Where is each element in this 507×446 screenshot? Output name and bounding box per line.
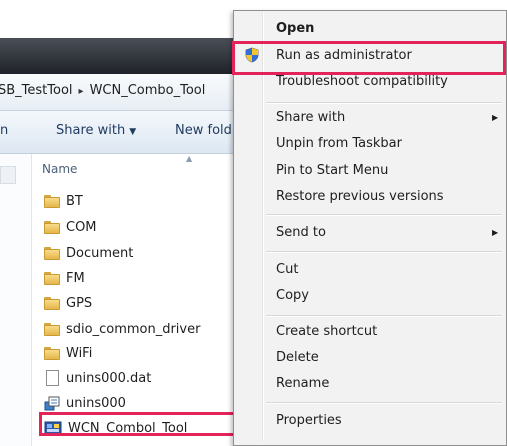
- list-item[interactable]: Document: [44, 242, 244, 264]
- setup-icon: [44, 396, 60, 411]
- menu-item-pin-to-start-menu[interactable]: Pin to Start Menu: [276, 163, 388, 178]
- menu-icon-gutter: [262, 13, 264, 441]
- folder-icon: [44, 220, 60, 234]
- file-name: GPS: [66, 295, 93, 311]
- breadcrumb-separator-icon[interactable]: ▸: [79, 86, 84, 97]
- menu-item-send-to[interactable]: Send to: [276, 225, 326, 240]
- share-with-label: Share with: [56, 123, 126, 138]
- selected-item-highlight: [39, 412, 257, 436]
- context-menu: Open Run as administrator Troubleshoot c…: [232, 10, 507, 446]
- list-item[interactable]: unins000.dat: [44, 367, 244, 389]
- menu-item-share-with[interactable]: Share with: [276, 110, 345, 125]
- folder-icon: [44, 246, 60, 260]
- breadcrumb-item-testtool[interactable]: SB_TestTool: [0, 83, 73, 98]
- list-item[interactable]: GPS: [44, 292, 244, 314]
- menu-item-open[interactable]: Open: [276, 21, 314, 36]
- menu-separator: [266, 251, 502, 253]
- menu-item-delete[interactable]: Delete: [276, 350, 319, 365]
- column-header-label: Name: [42, 162, 78, 176]
- list-item[interactable]: unins000: [44, 392, 244, 414]
- menu-item-restore-previous-versions[interactable]: Restore previous versions: [276, 189, 444, 204]
- navigation-pane: [0, 154, 32, 446]
- list-item[interactable]: sdio_common_driver: [44, 318, 244, 340]
- list-item[interactable]: WiFi: [44, 342, 244, 364]
- folder-icon: [44, 194, 60, 208]
- sort-ascending-icon: ▲: [186, 154, 193, 163]
- column-header-name[interactable]: Name: [42, 162, 77, 176]
- chevron-right-icon: ▶: [492, 228, 499, 237]
- new-folder-button[interactable]: New fold: [175, 123, 232, 138]
- breadcrumb: SB_TestTool ▸ WCN_Combo_Tool: [0, 83, 205, 98]
- chevron-down-icon: ▼: [129, 127, 137, 137]
- navigation-pane-stub: [0, 166, 16, 184]
- file-name: Document: [66, 245, 134, 261]
- toolbar-item-partial[interactable]: n: [0, 123, 8, 138]
- menu-item-troubleshoot-compatibility[interactable]: Troubleshoot compatibility: [276, 74, 448, 89]
- menu-separator: [266, 102, 502, 104]
- file-name: BT: [66, 193, 83, 209]
- file-name: sdio_common_driver: [66, 321, 201, 337]
- folder-icon: [44, 346, 60, 360]
- menu-separator: [266, 315, 502, 317]
- list-item[interactable]: BT: [44, 190, 244, 212]
- file-name: unins000: [66, 395, 126, 411]
- menu-separator: [266, 402, 502, 404]
- menu-item-create-shortcut[interactable]: Create shortcut: [276, 324, 377, 339]
- chevron-right-icon: ▶: [492, 113, 499, 122]
- list-item[interactable]: COM: [44, 216, 244, 238]
- menu-item-cut[interactable]: Cut: [276, 262, 298, 277]
- list-item[interactable]: FM: [44, 267, 244, 289]
- breadcrumb-item-wcn-combo-tool[interactable]: WCN_Combo_Tool: [90, 83, 206, 98]
- menu-separator: [266, 214, 502, 216]
- file-name: WiFi: [66, 345, 93, 361]
- menu-item-unpin-from-taskbar[interactable]: Unpin from Taskbar: [276, 136, 402, 151]
- menu-item-copy[interactable]: Copy: [276, 288, 309, 303]
- folder-icon: [44, 296, 60, 310]
- folder-icon: [44, 271, 60, 285]
- folder-icon: [44, 322, 60, 336]
- run-as-admin-highlight: [232, 41, 506, 75]
- file-name: FM: [66, 270, 85, 286]
- file-name: COM: [66, 219, 97, 235]
- file-icon: [46, 370, 59, 386]
- share-with-button[interactable]: Share with ▼: [56, 123, 136, 138]
- menu-item-rename[interactable]: Rename: [276, 376, 329, 391]
- file-name: unins000.dat: [66, 370, 152, 386]
- menu-item-properties[interactable]: Properties: [276, 413, 342, 428]
